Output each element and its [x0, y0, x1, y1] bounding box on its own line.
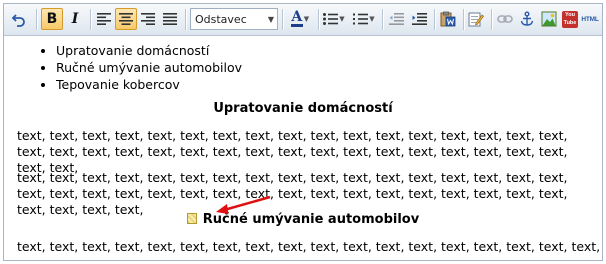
undo-button[interactable] — [8, 8, 30, 30]
bullet-list: Upratovanie domácností Ručné umývanie au… — [4, 42, 602, 93]
anchor-icon — [520, 11, 534, 26]
undo-icon — [11, 14, 25, 27]
toolbar-separator — [382, 9, 383, 30]
toolbar-separator — [90, 9, 91, 30]
insert-image-button[interactable] — [538, 8, 560, 30]
section-heading-with-anchor: Ručné umývanie automobilov — [4, 212, 602, 228]
align-right-button[interactable] — [137, 8, 159, 30]
toolbar-separator — [491, 9, 492, 30]
chain-link-icon — [497, 15, 513, 23]
outdent-icon — [388, 13, 404, 25]
align-justify-icon — [163, 13, 177, 25]
font-color-button[interactable]: A ▼ — [285, 8, 315, 30]
annotation-arrow-icon — [216, 195, 271, 214]
align-left-button[interactable] — [93, 8, 115, 30]
numbered-list-button[interactable]: ▼ — [350, 8, 378, 30]
paste-word-button[interactable] — [437, 8, 459, 30]
image-icon — [541, 11, 557, 27]
section-heading: Upratovanie domácností — [213, 101, 393, 116]
indent-button[interactable] — [408, 8, 430, 30]
chevron-down-icon: ▼ — [267, 14, 274, 24]
rich-text-editor: B I Odstavec ▼ A ▼ ▼ ▼ You Tube HTML • U… — [3, 3, 603, 261]
format-select[interactable]: Odstavec ▼ — [190, 8, 278, 30]
toolbar-separator — [463, 9, 464, 30]
editor-toolbar: B I Odstavec ▼ A ▼ ▼ ▼ You Tube HTML — [4, 4, 602, 36]
align-justify-button[interactable] — [159, 8, 181, 30]
font-color-icon: A — [290, 9, 303, 27]
chevron-down-icon: ▼ — [303, 15, 310, 23]
font-color-letter: A — [291, 9, 303, 25]
html-icon: HTML — [581, 15, 599, 23]
paragraph: text, text, text, text, text, text, text… — [17, 128, 568, 175]
toolbar-separator — [434, 9, 435, 30]
italic-icon: I — [71, 11, 79, 27]
paragraph: text, text, text, text, text, text, text… — [17, 170, 568, 217]
align-center-icon — [119, 13, 133, 25]
align-center-button[interactable] — [115, 8, 137, 30]
anchor-marker-icon[interactable] — [186, 213, 197, 224]
bullet-list-button[interactable]: ▼ — [320, 8, 348, 30]
editor-content-area[interactable]: Upratovanie domácností Ručné umývanie au… — [4, 36, 602, 260]
toolbar-separator — [318, 9, 319, 30]
paste-word-icon — [440, 11, 456, 27]
youtube-icon-label: You Tube — [563, 11, 577, 26]
indent-icon — [411, 13, 427, 25]
link-button[interactable] — [494, 8, 516, 30]
list-item: Ručné umývanie automobilov — [56, 59, 602, 76]
bold-icon: B — [46, 11, 58, 27]
html-source-button[interactable]: HTML — [579, 8, 601, 30]
numbered-list-icon — [353, 13, 369, 25]
format-select-value: Odstavec — [195, 12, 247, 26]
youtube-button[interactable]: You Tube — [559, 8, 581, 30]
notepad-pencil-icon — [468, 12, 484, 27]
paragraph: text, text, text, text, text, text, text… — [17, 239, 599, 254]
toolbar-separator — [185, 9, 186, 30]
youtube-icon: You Tube — [562, 10, 578, 28]
toolbar-separator — [282, 9, 283, 30]
bold-button[interactable]: B — [41, 8, 63, 30]
outdent-button[interactable] — [385, 8, 407, 30]
bullet-list-icon — [323, 13, 339, 25]
align-right-icon — [141, 13, 155, 25]
list-item: Upratovanie domácností — [56, 42, 602, 59]
list-item: Tepovanie kobercov — [56, 76, 602, 93]
toolbar-separator — [36, 9, 37, 30]
italic-button[interactable]: I — [64, 8, 86, 30]
chevron-down-icon: ▼ — [339, 15, 345, 23]
align-left-icon — [97, 13, 111, 25]
anchor-button[interactable] — [516, 8, 538, 30]
chevron-down-icon: ▼ — [369, 15, 375, 23]
edit-source-button[interactable] — [465, 8, 487, 30]
